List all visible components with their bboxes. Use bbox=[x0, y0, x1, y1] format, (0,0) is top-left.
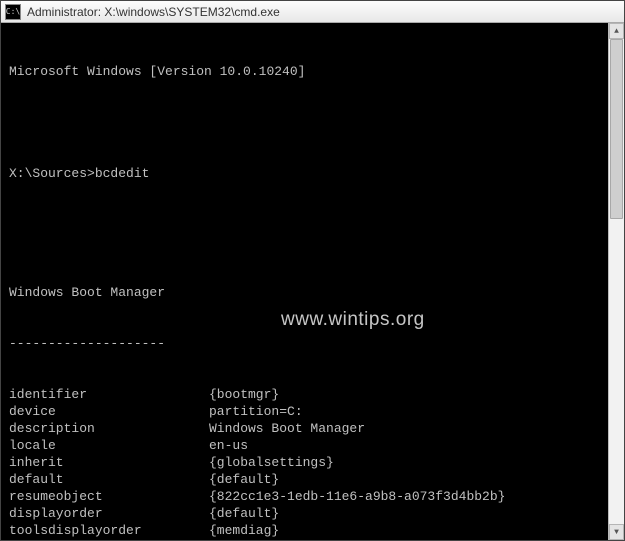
prompt-line: X:\Sources>bcdedit bbox=[9, 165, 616, 182]
output-value: partition=C: bbox=[209, 403, 616, 420]
output-value: {globalsettings} bbox=[209, 454, 616, 471]
output-key: toolsdisplayorder bbox=[9, 522, 209, 539]
output-key: inherit bbox=[9, 454, 209, 471]
watermark-text: www.wintips.org bbox=[281, 311, 425, 328]
window-title: Administrator: X:\windows\SYSTEM32\cmd.e… bbox=[27, 5, 280, 19]
scroll-thumb[interactable] bbox=[610, 39, 623, 219]
output-key: resumeobject bbox=[9, 488, 209, 505]
output-row: localeen-us bbox=[9, 437, 616, 454]
output-row: toolsdisplayorder{memdiag} bbox=[9, 522, 616, 539]
output-row: descriptionWindows Boot Manager bbox=[9, 420, 616, 437]
titlebar[interactable]: C:\ Administrator: X:\windows\SYSTEM32\c… bbox=[1, 1, 624, 23]
scroll-track[interactable] bbox=[609, 39, 624, 524]
output-row: devicepartition=C: bbox=[9, 403, 616, 420]
blank-line bbox=[9, 114, 616, 131]
section-divider: -------------------- bbox=[9, 335, 616, 352]
vertical-scrollbar[interactable]: ▲ ▼ bbox=[608, 23, 624, 540]
output-key: identifier bbox=[9, 386, 209, 403]
output-row: resumeobject{822cc1e3-1edb-11e6-a9b8-a07… bbox=[9, 488, 616, 505]
output-key: description bbox=[9, 420, 209, 437]
output-value: {default} bbox=[209, 471, 616, 488]
output-value: {memdiag} bbox=[209, 522, 616, 539]
output-value: {default} bbox=[209, 505, 616, 522]
cmd-window: C:\ Administrator: X:\windows\SYSTEM32\c… bbox=[0, 0, 625, 541]
banner-line: Microsoft Windows [Version 10.0.10240] bbox=[9, 63, 616, 80]
scroll-down-button[interactable]: ▼ bbox=[609, 524, 624, 540]
output-key: timeout bbox=[9, 539, 209, 540]
output-key: locale bbox=[9, 437, 209, 454]
output-value: en-us bbox=[209, 437, 616, 454]
terminal-area[interactable]: Microsoft Windows [Version 10.0.10240] X… bbox=[1, 23, 624, 540]
output-key: displayorder bbox=[9, 505, 209, 522]
command: bcdedit bbox=[95, 165, 150, 182]
cmd-icon: C:\ bbox=[5, 4, 21, 20]
output-row: default{default} bbox=[9, 471, 616, 488]
section-heading: Windows Boot Manager bbox=[9, 284, 616, 301]
output-key: default bbox=[9, 471, 209, 488]
output-value: {bootmgr} bbox=[209, 386, 616, 403]
prompt: X:\Sources> bbox=[9, 165, 95, 182]
output-row: identifier{bootmgr} bbox=[9, 386, 616, 403]
output-key: device bbox=[9, 403, 209, 420]
output-value: 30 bbox=[209, 539, 616, 540]
output-row: displayorder{default} bbox=[9, 505, 616, 522]
output-row: inherit{globalsettings} bbox=[9, 454, 616, 471]
output-value: {822cc1e3-1edb-11e6-a9b8-a073f3d4bb2b} bbox=[209, 488, 616, 505]
blank-line bbox=[9, 216, 616, 233]
boot-manager-rows: identifier{bootmgr}devicepartition=C:des… bbox=[9, 386, 616, 540]
output-row: timeout30 bbox=[9, 539, 616, 540]
scroll-up-button[interactable]: ▲ bbox=[609, 23, 624, 39]
output-value: Windows Boot Manager bbox=[209, 420, 616, 437]
